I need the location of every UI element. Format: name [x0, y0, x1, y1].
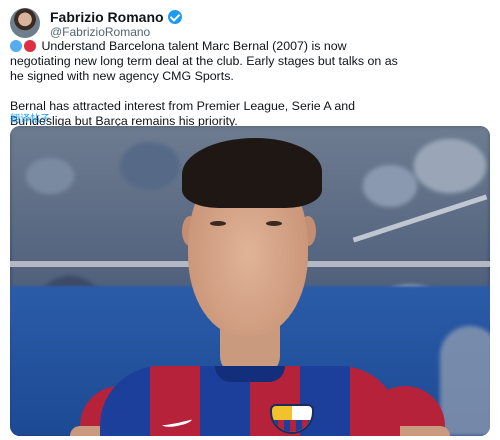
tweet-header: Fabrizio Romano @FabrizioRomano — [10, 6, 490, 39]
player-left-eye — [210, 221, 226, 226]
blue-circle-icon — [10, 40, 22, 52]
player-right-eye — [266, 221, 282, 226]
tweet-line-3: he signed with new agency CMG Sports. — [10, 69, 234, 83]
fc-barcelona-crest-icon — [270, 404, 314, 434]
tweet-line-1: Understand Barcelona talent Marc Bernal … — [10, 39, 488, 54]
tweet-line-1-text: Understand Barcelona talent Marc Bernal … — [41, 39, 347, 53]
translate-post-link[interactable]: 翻译帖子 — [10, 110, 50, 125]
tweet-line-2: negotiating new long term deal at the cl… — [10, 54, 398, 68]
avatar[interactable] — [10, 8, 40, 38]
tweet-media-photo[interactable] — [10, 126, 490, 436]
tweet-line-4: Bernal has attracted interest from Premi… — [10, 99, 356, 113]
author-handle[interactable]: @FabrizioRomano — [50, 25, 150, 39]
author-name-row[interactable]: Fabrizio Romano — [50, 9, 182, 25]
author-display-name[interactable]: Fabrizio Romano — [50, 9, 164, 25]
shirt-collar — [215, 366, 285, 382]
red-circle-icon — [24, 40, 36, 52]
player-hair — [182, 138, 322, 208]
background-person — [440, 326, 490, 436]
tweet-text: Understand Barcelona talent Marc Bernal … — [10, 39, 488, 129]
verified-badge-icon — [167, 10, 182, 24]
